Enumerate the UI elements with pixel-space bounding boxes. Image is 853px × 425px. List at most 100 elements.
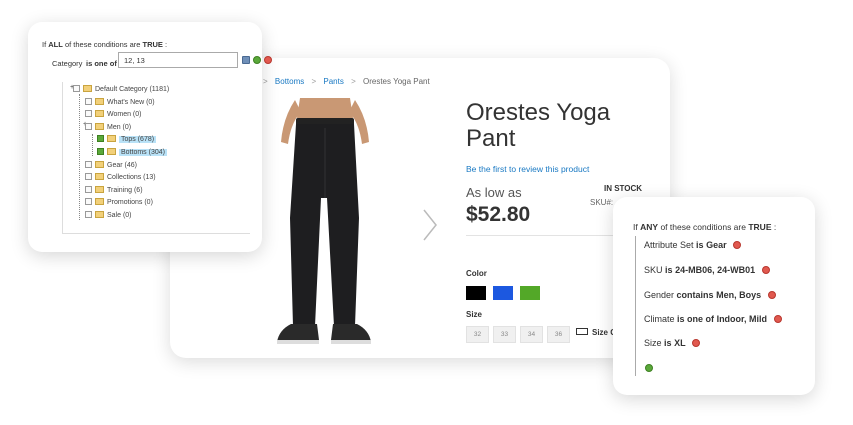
color-swatch-blue[interactable]: [493, 286, 513, 300]
price-value: $52.80: [466, 203, 531, 226]
product-title: Orestes Yoga Pant: [466, 100, 666, 152]
conditions-header: If ANY of these conditions are TRUE :: [633, 222, 776, 232]
size-chart-link[interactable]: Size C: [576, 328, 616, 337]
color-swatch-black[interactable]: [466, 286, 486, 300]
folder-icon: [95, 210, 104, 218]
header-if: If: [633, 222, 638, 232]
list-icon[interactable]: [242, 56, 250, 64]
condition-row-sku: SKU is 24-MB06, 24-WB01: [644, 265, 770, 275]
chevron-right-icon[interactable]: [420, 208, 440, 242]
condition-attribute: Climate: [644, 314, 675, 324]
checkbox[interactable]: [85, 97, 92, 105]
condition-value[interactable]: Indoor, Mild: [717, 314, 768, 324]
condition-value[interactable]: XL: [674, 338, 686, 348]
breadcrumb-separator: >: [311, 77, 317, 86]
value-true[interactable]: TRUE: [143, 40, 163, 49]
product-image: [277, 98, 371, 344]
tree-item-women[interactable]: Women (0): [85, 109, 142, 121]
condition-attribute: Category: [52, 59, 83, 68]
breadcrumb-link-pants[interactable]: Pants: [323, 77, 343, 86]
folder-icon: [95, 109, 104, 117]
condition-operator[interactable]: is: [696, 240, 704, 250]
folder-icon: [95, 185, 104, 193]
folder-icon: [95, 197, 104, 205]
remove-icon[interactable]: [767, 290, 776, 299]
checkbox[interactable]: [85, 160, 92, 168]
folder-icon: [95, 160, 104, 168]
folder-icon: [95, 97, 104, 105]
remove-icon[interactable]: [692, 338, 701, 347]
tree-item-default-category[interactable]: Default Category (1181): [73, 84, 169, 96]
checkbox-checked[interactable]: [97, 134, 104, 142]
condition-attribute: Gender: [644, 290, 675, 300]
checkbox[interactable]: [85, 197, 92, 205]
tree-item-training[interactable]: Training (6): [85, 185, 143, 197]
condition-operator[interactable]: is: [664, 338, 672, 348]
condition-row-climate: Climate is one of Indoor, Mild: [644, 314, 782, 324]
price-label: As low as: [466, 185, 522, 200]
checkbox[interactable]: [85, 185, 92, 193]
checkbox[interactable]: [73, 84, 80, 92]
folder-icon: [83, 84, 92, 92]
checkbox[interactable]: [85, 122, 92, 130]
breadcrumb-current: Orestes Yoga Pant: [363, 77, 430, 86]
condition-attribute: Size: [644, 338, 662, 348]
size-option-32[interactable]: 32: [466, 326, 489, 343]
category-tree: + + Default Category (1181) What's New (…: [62, 82, 250, 234]
breadcrumb-link-bottoms[interactable]: Bottoms: [275, 77, 304, 86]
add-condition-icon[interactable]: [645, 364, 653, 372]
condition-value[interactable]: Men, Boys: [716, 290, 761, 300]
tree-item-collections[interactable]: Collections (13): [85, 172, 156, 184]
review-link[interactable]: Be the first to review this product: [466, 164, 589, 174]
folder-icon: [107, 134, 116, 142]
condition-attribute: Attribute Set: [644, 240, 694, 250]
tree-item-men[interactable]: Men (0): [85, 122, 131, 134]
aggregator-all[interactable]: ALL: [48, 40, 63, 49]
remove-icon[interactable]: [773, 314, 782, 323]
condition-operator[interactable]: contains: [677, 290, 714, 300]
tree-item-sale[interactable]: Sale (0): [85, 210, 132, 222]
remove-icon[interactable]: [761, 265, 770, 274]
checkbox[interactable]: [85, 172, 92, 180]
check-circle-icon[interactable]: [253, 56, 261, 64]
stock-status: IN STOCK: [604, 184, 643, 193]
size-label: Size: [466, 310, 483, 319]
aggregator-any[interactable]: ANY: [640, 222, 658, 232]
size-option-34[interactable]: 34: [520, 326, 543, 343]
remove-icon[interactable]: [733, 240, 742, 249]
category-condition-panel: If ALL of these conditions are TRUE : Ca…: [28, 22, 272, 252]
condition-value[interactable]: Gear: [706, 240, 727, 250]
breadcrumb: > Bottoms > Pants > Orestes Yoga Pant: [258, 77, 430, 86]
folder-icon: [107, 147, 116, 155]
color-label: Color: [466, 269, 487, 278]
size-option-33[interactable]: 33: [493, 326, 516, 343]
checkbox[interactable]: [85, 210, 92, 218]
tree-item-tops[interactable]: Tops (678): [97, 134, 157, 146]
product-title-line-2: Pant: [466, 125, 516, 152]
folder-icon: [95, 122, 104, 130]
conditions-bracket: [635, 236, 636, 376]
condition-row-attribute-set: Attribute Set is Gear: [644, 240, 742, 250]
tree-item-promotions[interactable]: Promotions (0): [85, 197, 153, 209]
tree-item-gear[interactable]: Gear (46): [85, 160, 137, 172]
header-if: If: [42, 40, 47, 49]
checkbox[interactable]: [85, 109, 92, 117]
tree-item-bottoms[interactable]: Bottoms (304): [97, 147, 167, 159]
condition-operator[interactable]: is one of: [86, 59, 117, 68]
checkbox-checked[interactable]: [97, 147, 104, 155]
condition-operator[interactable]: is: [665, 265, 673, 275]
ruler-icon: [576, 328, 588, 336]
remove-icon[interactable]: [264, 56, 272, 64]
color-swatch-green[interactable]: [520, 286, 540, 300]
condition-value[interactable]: 24-MB06, 24-WB01: [675, 265, 755, 275]
condition-operator[interactable]: is one of: [677, 314, 714, 324]
value-true[interactable]: TRUE: [748, 222, 771, 232]
category-ids-input[interactable]: [118, 52, 238, 68]
conditions-header: If ALL of these conditions are TRUE :: [42, 40, 167, 49]
tree-item-whats-new[interactable]: What's New (0): [85, 97, 155, 109]
breadcrumb-separator: >: [351, 77, 356, 86]
size-option-36[interactable]: 36: [547, 326, 570, 343]
header-middle: of these conditions are: [64, 40, 141, 49]
header-end: :: [165, 40, 168, 49]
folder-icon: [95, 172, 104, 180]
